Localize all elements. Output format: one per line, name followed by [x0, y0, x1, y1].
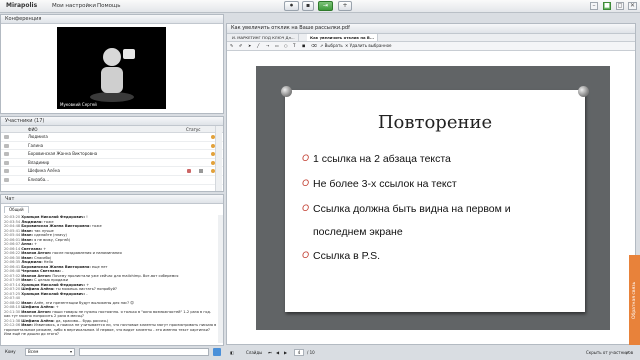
- participant-name: Елизаба...: [28, 176, 49, 182]
- record-icon: ▪: [305, 2, 311, 9]
- slide-bullet: O Ссылка в P.S.: [302, 250, 381, 262]
- chat-panel: Чат Общий 20:03:20 Храмцов Николай Федор…: [0, 194, 224, 346]
- participant-name: Шефина Алёна: [28, 168, 60, 174]
- participants-scrollbar[interactable]: [215, 126, 222, 191]
- participant-row[interactable]: Шефина Алёна: [1, 167, 223, 176]
- participant-row[interactable]: Галина: [1, 142, 223, 151]
- feedback-tab[interactable]: Обратная связь: [629, 255, 640, 345]
- document-tabs: И. МАРКЕТИНГ ПОД КЛЮЧ Дл... Как увеличит…: [227, 34, 635, 42]
- slide-bullet: O Не более 3-х ссылок на текст: [302, 178, 457, 190]
- chevron-down-icon: ▾: [69, 349, 72, 354]
- participant-name: Людмила: [28, 134, 48, 139]
- play-icon[interactable]: ▶: [284, 347, 287, 358]
- arrow-icon[interactable]: →: [266, 42, 269, 50]
- menu-settings[interactable]: Мои настройки: [52, 3, 96, 9]
- user-icon: [4, 160, 9, 165]
- chat-message: 20:12:06 Иван: Извиняюсь, а поиска не уч…: [4, 323, 217, 336]
- bullet-icon: O: [302, 153, 310, 163]
- recipient-label: Кому: [5, 349, 16, 354]
- slide-bullet: O1 ссылка на 2 абзаца текста: [302, 153, 451, 165]
- chat-title: Чат: [1, 195, 223, 204]
- record-button[interactable]: ▪: [302, 1, 314, 11]
- camera-icon: [199, 169, 203, 174]
- video-feed[interactable]: Муковкий Сергей: [57, 27, 166, 109]
- minimize-icon[interactable]: –: [590, 2, 598, 10]
- fit-icon[interactable]: ◧: [230, 347, 234, 358]
- circle-icon[interactable]: ○: [284, 42, 288, 50]
- add-button[interactable]: +: [338, 1, 352, 11]
- select-tool[interactable]: ➚ Выбрать: [320, 42, 343, 50]
- close-icon[interactable]: ✕: [628, 2, 637, 10]
- chat-input-row: Кому Всем ▾: [1, 347, 221, 357]
- app-logo: Mirapolis: [6, 2, 38, 9]
- document-title[interactable]: Как увеличить отклик на Ваше рассылки.pd…: [227, 24, 635, 34]
- delete-selected[interactable]: ✕ Удалить выбранное: [345, 42, 392, 50]
- bullet-icon: O: [302, 203, 310, 213]
- speaker-name: Муковкий Сергей: [60, 102, 97, 107]
- tab-marketing[interactable]: И. МАРКЕТИНГ ПОД КЛЮЧ Дл...: [229, 34, 299, 41]
- chat-tab-general[interactable]: Общий: [4, 206, 29, 213]
- speaker-figure-icon: [90, 48, 135, 102]
- bullet-icon: O: [302, 250, 310, 260]
- column-status[interactable]: Статус: [186, 126, 200, 133]
- pin-icon: [281, 86, 292, 97]
- slides-label[interactable]: Слайды: [246, 347, 262, 358]
- slide-paper: Повторение O1 ссылка на 2 абзаца текста …: [281, 86, 589, 312]
- chat-log: 20:03:20 Храмцов Николай Федорович: ! 20…: [2, 215, 218, 343]
- user-icon: [4, 143, 9, 148]
- participants-title: Участники (17): [1, 117, 223, 126]
- eraser-icon[interactable]: ⌫: [311, 42, 317, 50]
- recipient-value: Всем: [28, 349, 39, 354]
- mic-button[interactable]: ⏺: [284, 1, 299, 11]
- color-icon[interactable]: ◼: [302, 42, 305, 50]
- page-input[interactable]: 4: [294, 349, 304, 356]
- pointer-icon[interactable]: ➤: [248, 42, 251, 50]
- page-total: / 10: [307, 350, 315, 355]
- participants-header: ФИО Статус: [1, 126, 223, 133]
- document-statusbar: ◧ Слайды ⏮ ◀ ▶ 4 / 10 Скрыть от участник…: [226, 347, 636, 359]
- screen-share-button[interactable]: ⇥: [318, 1, 333, 11]
- participant-row[interactable]: Боровинская Жанна Викторовна: [1, 150, 223, 159]
- fullscreen-icon[interactable]: ■: [603, 2, 611, 10]
- recipient-select[interactable]: Всем ▾: [25, 348, 75, 356]
- text-tool-icon[interactable]: T: [293, 42, 295, 50]
- chat-message: 20:11:30 Иванов Антон: наши товары не ну…: [4, 309, 212, 319]
- send-icon[interactable]: [213, 348, 221, 356]
- user-icon: [4, 135, 9, 139]
- user-icon: [4, 169, 9, 174]
- menu-help[interactable]: Помощь: [97, 3, 120, 9]
- first-page-icon[interactable]: ⏮: [268, 347, 272, 358]
- participants-panel: Участники (17) ФИО Статус Людмила Галина…: [0, 116, 224, 192]
- prev-page-icon[interactable]: ◀: [276, 347, 279, 358]
- fullscreen-icon[interactable]: ⤢: [626, 347, 629, 358]
- slide-bullet-continuation: последнем экране: [313, 226, 403, 238]
- bullet-icon: O: [302, 178, 310, 188]
- participant-name: Галина: [28, 142, 44, 148]
- user-icon: [4, 152, 9, 157]
- top-bar: Mirapolis Мои настройки Помощь ⏺ ▪ ⇥ + –…: [0, 0, 640, 13]
- drawing-toolbar: ✎ ✐ ➤ ╱ → ▭ ○ T ◼ ⌫ ➚ Выбрать ✕ Удалить …: [227, 42, 635, 51]
- chat-message-input[interactable]: [79, 348, 209, 356]
- hand-icon: [187, 169, 191, 174]
- chat-scrollbar[interactable]: [218, 215, 223, 343]
- marker-icon[interactable]: ✐: [239, 42, 242, 50]
- rectangle-icon[interactable]: ▭: [275, 42, 279, 50]
- participant-row[interactable]: Елизаба...: [1, 176, 223, 185]
- line-icon[interactable]: ╱: [257, 42, 259, 50]
- participant-row[interactable]: Людмила: [1, 133, 223, 142]
- pin-icon: [578, 86, 589, 97]
- participant-name: Боровинская Жанна Викторовна: [28, 151, 98, 157]
- column-name[interactable]: ФИО: [28, 126, 38, 133]
- participant-name: Владимир: [28, 159, 50, 165]
- pencil-icon[interactable]: ✎: [230, 42, 233, 50]
- conference-title: Конференция: [1, 15, 223, 24]
- slide-bullet: O Ссылка должна быть видна на первом и: [302, 203, 511, 215]
- participant-row[interactable]: Владимир: [1, 159, 223, 168]
- tab-current-doc[interactable]: Как увеличить отклик на В...: [307, 34, 379, 41]
- slide-title: Повторение: [377, 112, 493, 133]
- settings-icon[interactable]: ◻: [616, 2, 624, 10]
- participants-table: ФИО Статус Людмила Галина Боровинская Жа…: [1, 126, 223, 185]
- user-icon: [4, 177, 9, 182]
